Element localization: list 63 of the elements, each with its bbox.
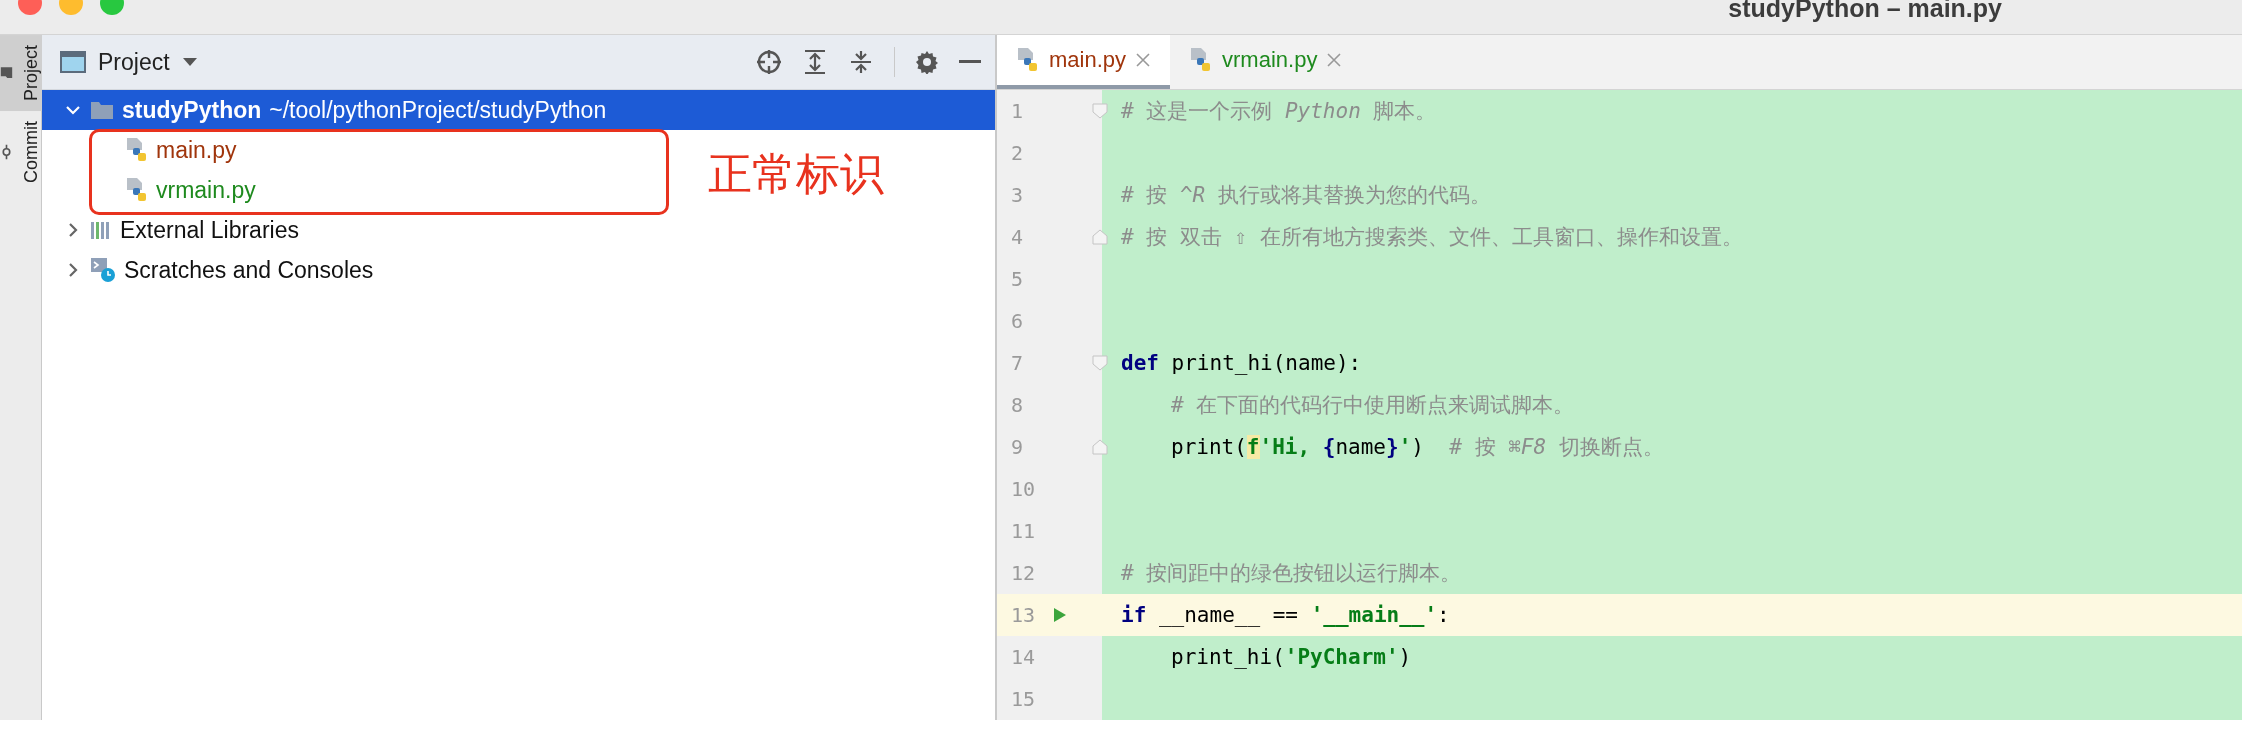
- tree-item-name: Scratches and Consoles: [124, 256, 374, 284]
- tree-item[interactable]: vrmain.py: [42, 170, 256, 210]
- line-number: 5: [1011, 267, 1025, 291]
- python-file-icon: [126, 137, 148, 163]
- folder-icon: [90, 100, 114, 120]
- code-line: print(f'Hi, {name}') # 按 ⌘F8 切换断点。: [1170, 434, 1664, 461]
- code-line: def print_hi(name):: [1120, 351, 1362, 375]
- python-file-icon: [1190, 47, 1213, 73]
- line-number: 10: [1011, 477, 1037, 501]
- code-line: if __name__ == '__main__':: [1120, 603, 1450, 627]
- library-icon: [90, 220, 112, 240]
- panel-title: Project: [98, 48, 170, 76]
- code-line: # 在下面的代码行中使用断点来调试脚本。: [1170, 392, 1575, 419]
- code-line: print_hi('PyCharm'): [1170, 645, 1412, 669]
- tree-item[interactable]: main.py: [42, 130, 237, 170]
- settings-icon[interactable]: [915, 50, 939, 74]
- code-line: # 按间距中的绿色按钮以运行脚本。: [1120, 560, 1462, 587]
- python-file-icon: [1017, 47, 1039, 73]
- scratch-console-icon: [90, 257, 116, 283]
- line-number: 2: [1011, 141, 1025, 165]
- tree-item[interactable]: Scratches and Consoles: [42, 250, 374, 290]
- close-icon[interactable]: [1136, 53, 1151, 67]
- editor-tab[interactable]: vrmain.py: [1170, 35, 1362, 89]
- line-number: 15: [1011, 687, 1037, 711]
- line-number: 8: [1011, 393, 1025, 417]
- tree-item[interactable]: External Libraries: [42, 210, 299, 250]
- code-line: # 按 ^R 执行或将其替换为您的代码。: [1120, 182, 1491, 209]
- code-line: # 这是一个示例 Python 脚本。: [1120, 98, 1437, 125]
- line-number: 12: [1011, 561, 1037, 585]
- expand-all-icon[interactable]: [802, 49, 828, 75]
- line-number: 6: [1011, 309, 1025, 333]
- line-number: 11: [1011, 519, 1037, 543]
- tree-item-name: main.py: [156, 136, 237, 164]
- annotation-label: 正常标识: [708, 147, 884, 201]
- editor-tab[interactable]: main.py: [997, 35, 1171, 89]
- python-file-icon: [126, 177, 148, 203]
- folder-icon: [0, 65, 13, 81]
- line-number: 3: [1011, 183, 1025, 207]
- tool-window-tab[interactable]: Project: [0, 35, 42, 112]
- panel-icon: [60, 51, 86, 73]
- line-number: 9: [1011, 435, 1025, 459]
- code-line: # 按 双击 ⇧ 在所有地方搜索类、文件、工具窗口、操作和设置。: [1120, 224, 1743, 251]
- project-path: ~/tool/pythonProject/studyPython: [269, 96, 607, 124]
- locate-icon[interactable]: [756, 49, 782, 75]
- tree-item-name: External Libraries: [120, 216, 299, 244]
- fold-marker-icon[interactable]: [1092, 103, 1108, 119]
- close-icon[interactable]: [1327, 53, 1342, 67]
- commit-icon: [0, 143, 13, 162]
- tool-window-tab[interactable]: Commit: [0, 111, 42, 194]
- tree-item-name: studyPython: [122, 96, 262, 124]
- minimize-icon[interactable]: [959, 60, 981, 64]
- collapse-all-icon[interactable]: [848, 49, 874, 75]
- tree-item[interactable]: studyPython ~/tool/pythonProject/studyPython: [42, 90, 995, 130]
- tree-item-name: vrmain.py: [156, 176, 256, 204]
- line-number: 4: [1011, 225, 1025, 249]
- line-number: 7: [1011, 351, 1025, 375]
- fold-marker-icon[interactable]: [1092, 439, 1108, 455]
- line-number: 14: [1011, 645, 1037, 669]
- line-number: 1: [1011, 99, 1025, 123]
- fold-marker-icon[interactable]: [1092, 229, 1108, 245]
- line-number: 13: [1011, 603, 1037, 627]
- dropdown-caret-icon[interactable]: [181, 57, 198, 67]
- fold-marker-icon[interactable]: [1092, 355, 1108, 371]
